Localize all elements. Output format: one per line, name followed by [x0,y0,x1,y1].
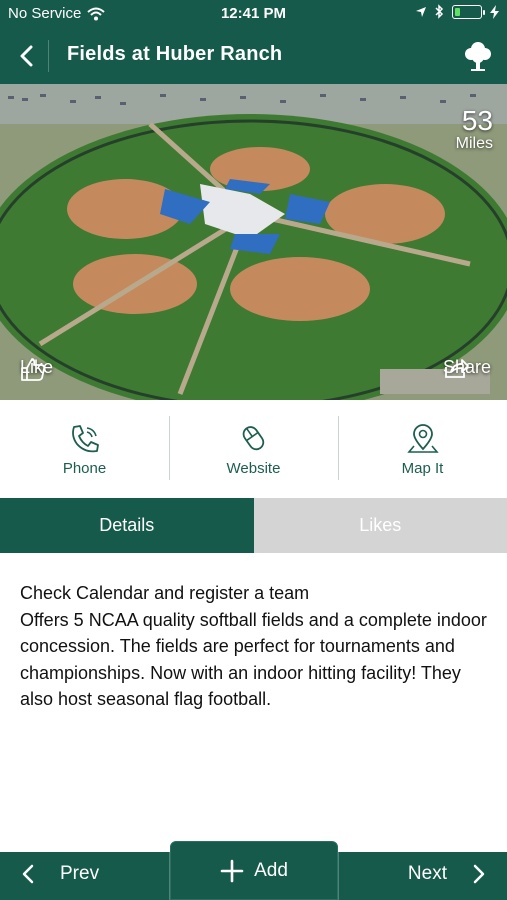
phone-label: Phone [62,460,107,477]
add-label: Add [254,859,288,881]
prev-button[interactable]: Prev [22,863,99,885]
softball-complex-photo [0,84,507,400]
description-body: Offers 5 NCAA quality softball fields an… [20,609,487,710]
prev-label: Prev [60,863,100,884]
chevron-left-icon [20,45,33,67]
mouse-icon [242,426,264,451]
screen: No Service 12:41 PM Fields at Huber Ranc… [0,0,507,900]
description-headline: Check Calendar and register a team [20,583,310,603]
tab-details[interactable]: Details [0,498,254,553]
thumbs-up-icon [21,358,46,381]
battery-level [455,7,460,16]
next-button[interactable]: Next [408,863,485,885]
action-row: Phone Website Map It [0,400,507,498]
page-title: Fields at Huber Ranch [67,43,283,65]
share-button[interactable]: Share [443,357,491,378]
nav-divider [48,40,49,72]
tree-button[interactable] [463,40,493,72]
description: Check Calendar and register a team Offer… [20,580,490,713]
add-button[interactable]: Add [170,841,338,900]
website-label: Website [226,460,281,477]
status-bar: No Service 12:41 PM [0,0,507,28]
website-button[interactable]: Website [169,400,338,498]
next-label: Next [407,863,447,884]
bottom-divider-right [338,852,339,900]
charging-bolt-icon [490,4,499,19]
map-it-button[interactable]: Map It [338,400,507,498]
bluetooth-icon [435,4,444,19]
tab-bar: Details Likes [0,498,507,553]
back-button[interactable] [10,40,42,72]
plus-icon [220,859,244,882]
phone-icon [71,425,99,453]
tab-likes[interactable]: Likes [253,498,507,553]
tree-icon [465,42,491,71]
chevron-left-icon [22,864,34,884]
location-arrow-icon [416,6,426,17]
like-button[interactable]: Like [20,357,53,381]
phone-button[interactable]: Phone [0,400,169,498]
status-icons [415,4,499,19]
hero-image: 53 Miles Like Share [0,84,507,400]
map-pin-icon [406,424,439,453]
battery-icon [452,4,485,19]
chevron-right-icon [473,864,485,884]
nav-bar: Fields at Huber Ranch [0,28,507,84]
distance-unit: Miles [455,135,493,152]
distance-badge: 53 Miles [456,106,493,152]
share-icon [445,359,469,378]
distance-value: 53 [461,105,493,136]
map-it-label: Map It [401,460,444,477]
